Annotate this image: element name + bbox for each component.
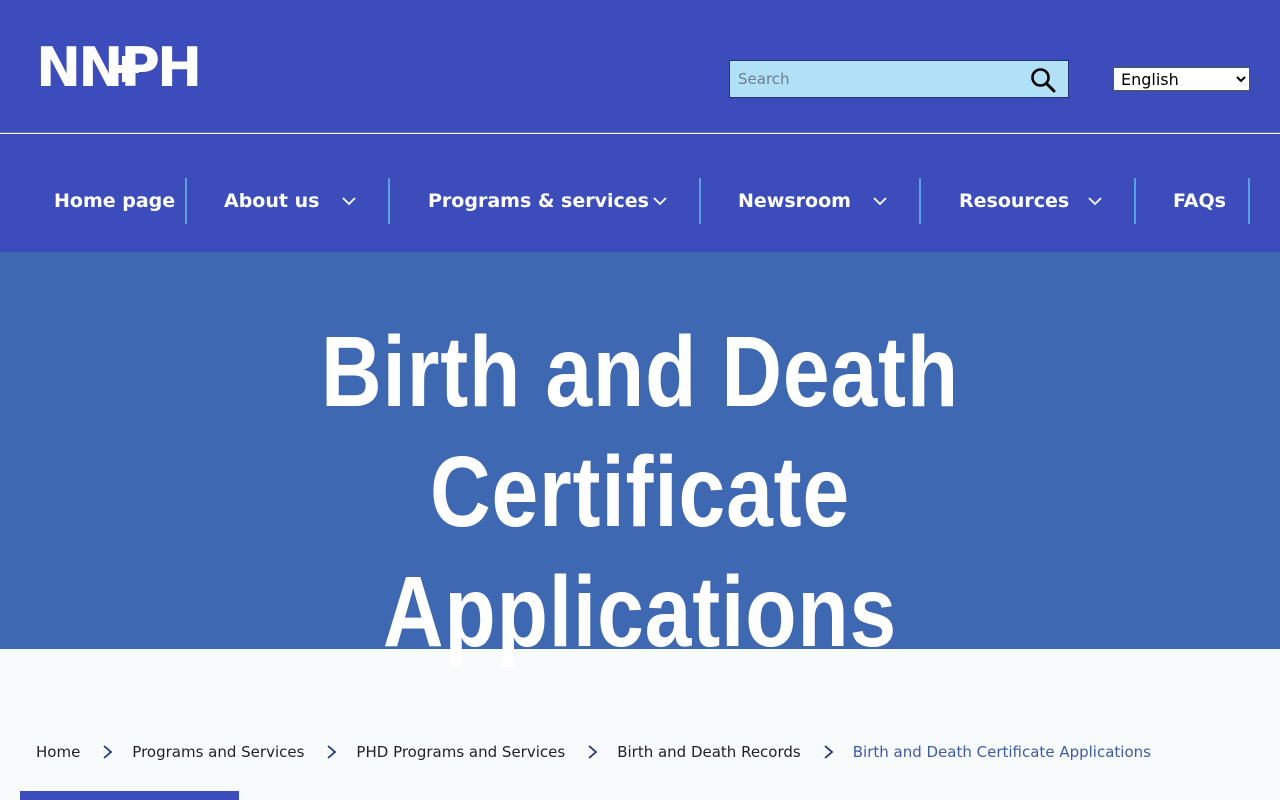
chevron-right-icon xyxy=(587,745,599,759)
nav-separator xyxy=(699,178,701,224)
logo-cross-icon xyxy=(113,56,139,82)
language-select[interactable]: English xyxy=(1113,67,1250,91)
breadcrumb-current: Birth and Death Certificate Applications xyxy=(852,743,1151,761)
nav-item-programs-services[interactable]: Programs & services xyxy=(428,178,649,224)
breadcrumb-home[interactable]: Home xyxy=(36,743,80,761)
nav-separator xyxy=(185,178,187,224)
nav-item-resources[interactable]: Resources xyxy=(959,178,1069,224)
section-tab-edge xyxy=(20,791,239,800)
nav-separator xyxy=(1248,178,1250,224)
chevron-down-icon[interactable] xyxy=(873,193,887,207)
chevron-down-icon[interactable] xyxy=(653,193,667,207)
page-title-line-2: Applications xyxy=(382,556,898,668)
nav-item-about-us[interactable]: About us xyxy=(224,178,319,224)
chevron-right-icon xyxy=(102,745,114,759)
main-nav: Home page About us Programs & services N… xyxy=(0,134,1280,252)
breadcrumb-birth-death-records[interactable]: Birth and Death Records xyxy=(617,743,801,761)
chevron-right-icon xyxy=(823,745,835,759)
chevron-down-icon[interactable] xyxy=(1088,193,1102,207)
site-header: NNPH English xyxy=(0,0,1280,133)
breadcrumb-programs-and-services[interactable]: Programs and Services xyxy=(132,743,304,761)
hero-banner: Birth and Death Certificate Applications xyxy=(0,252,1280,668)
page-title-line-1: Birth and Death Certificate xyxy=(321,316,959,548)
nav-item-faqs[interactable]: FAQs xyxy=(1173,178,1226,224)
nav-item-newsroom[interactable]: Newsroom xyxy=(738,178,851,224)
nav-separator xyxy=(919,178,921,224)
search-box xyxy=(729,60,1069,98)
chevron-down-icon[interactable] xyxy=(342,193,356,207)
nav-item-home-page[interactable]: Home page xyxy=(54,178,175,224)
page-title: Birth and Death Certificate Applications xyxy=(136,312,1144,672)
search-icon[interactable] xyxy=(1030,67,1056,93)
breadcrumb-phd-programs[interactable]: PHD Programs and Services xyxy=(356,743,565,761)
nav-separator xyxy=(1134,178,1136,224)
nav-separator xyxy=(388,178,390,224)
breadcrumb: Home Programs and Services PHD Programs … xyxy=(36,740,1151,764)
search-input[interactable] xyxy=(738,61,1018,97)
chevron-right-icon xyxy=(326,745,338,759)
